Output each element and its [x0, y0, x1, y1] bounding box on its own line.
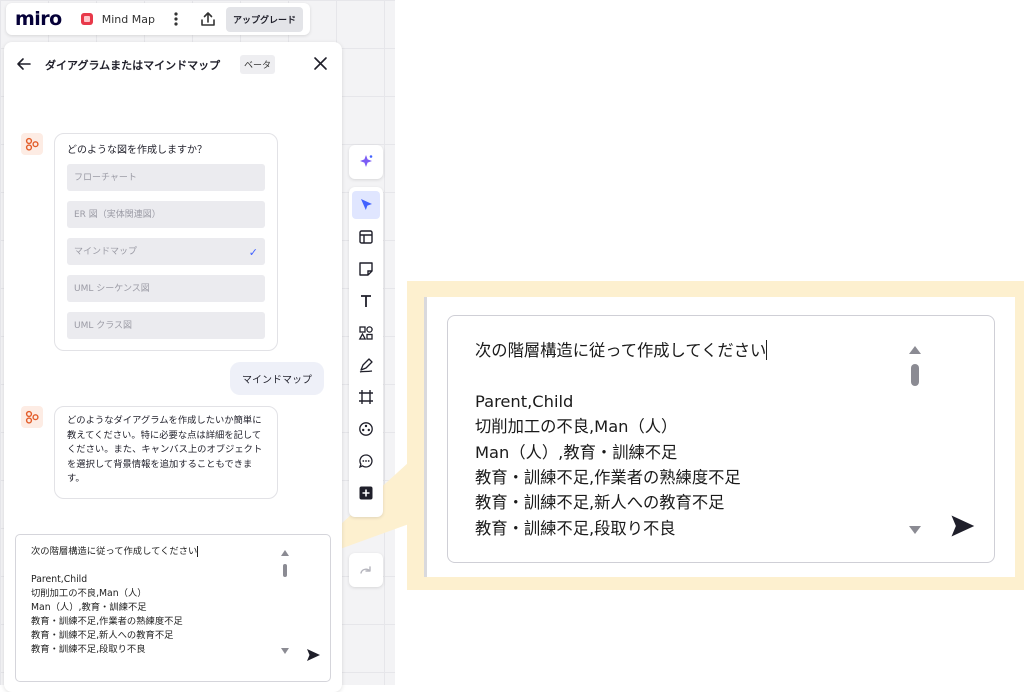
panel-title: ダイアグラムまたはマインドマップ	[45, 59, 221, 72]
back-arrow-icon[interactable]	[16, 56, 32, 72]
assistant-message-text: どのようなダイアグラムを作成したいか簡単に教えてください。特に必要な点は詳細を記…	[67, 415, 263, 484]
redo-icon[interactable]	[349, 553, 383, 587]
option-label: UML クラス図	[74, 321, 133, 331]
top-bar: miro Mind Map アップグレード	[6, 3, 310, 35]
miro-logo[interactable]: miro	[15, 8, 62, 30]
apps-icon[interactable]	[352, 415, 380, 443]
comment-icon[interactable]	[352, 447, 380, 475]
zoomed-prompt-line: 教育・訓練不足,段取り不良	[475, 518, 676, 538]
zoomed-prompt-text: 次の階層構造に従って作成してください Parent,Child 切削加工の不良,…	[475, 338, 768, 541]
ai-avatar-icon	[21, 133, 43, 155]
creation-toolbar	[347, 143, 385, 587]
prompt-line: 次の階層構造に従って作成してください	[31, 546, 198, 557]
pen-icon[interactable]	[352, 351, 380, 379]
templates-icon[interactable]	[352, 223, 380, 251]
diagram-assistant-panel: ダイアグラムまたはマインドマップ ベータ どのような図を作成しますか？ フローチ…	[4, 42, 342, 692]
prompt-input[interactable]: 次の階層構造に従って作成してください Parent,Child 切削加工の不良,…	[15, 534, 331, 682]
tool-stack	[349, 187, 383, 517]
close-icon[interactable]	[313, 56, 328, 71]
prompt-line: Parent,Child	[31, 574, 88, 585]
sticky-note-icon[interactable]	[352, 255, 380, 283]
select-cursor-icon[interactable]	[352, 191, 380, 219]
prompt-line: 教育・訓練不足,新人への教育不足	[31, 630, 174, 641]
export-icon[interactable]	[199, 10, 217, 28]
zoomed-prompt-line: 切削加工の不良,Man（人）	[475, 417, 678, 437]
option-label: UML シーケンス図	[74, 284, 150, 294]
option-label: フローチャート	[74, 173, 137, 183]
zoomed-prompt-line: 次の階層構造に従って作成してください	[475, 341, 767, 360]
option-mind-map[interactable]: マインドマップ ✓	[67, 238, 265, 265]
zoomed-send-icon	[951, 515, 975, 537]
assistant-message-bubble: どのようなダイアグラムを作成したいか簡単に教えてください。特に必要な点は詳細を記…	[54, 406, 278, 499]
more-options-icon[interactable]	[169, 10, 183, 28]
text-icon[interactable]	[352, 287, 380, 315]
board-name[interactable]: Mind Map	[102, 13, 155, 26]
board-icon	[80, 13, 93, 25]
option-label: ER 図（実体関連図）	[74, 210, 161, 220]
prompt-scrollbar[interactable]	[279, 547, 291, 657]
question-text: どのような図を作成しますか？	[67, 145, 207, 156]
panel-header: ダイアグラムまたはマインドマップ ベータ	[4, 54, 342, 74]
upgrade-button[interactable]: アップグレード	[225, 6, 303, 32]
prompt-text[interactable]: 次の階層構造に従って作成してください Parent,Child 切削加工の不良,…	[31, 545, 199, 657]
question-bubble: どのような図を作成しますか？ フローチャート ER 図（実体関連図） マインドマ…	[54, 133, 278, 351]
text-caret	[766, 340, 768, 360]
option-uml-class[interactable]: UML クラス図	[67, 312, 265, 339]
option-uml-sequence[interactable]: UML シーケンス図	[67, 275, 265, 302]
user-reply-bubble: マインドマップ	[230, 362, 324, 395]
option-label: マインドマップ	[74, 247, 138, 257]
beta-badge: ベータ	[240, 55, 276, 74]
ai-avatar-icon	[21, 406, 43, 428]
option-er-diagram[interactable]: ER 図（実体関連図）	[67, 201, 265, 228]
zoomed-prompt-input: 次の階層構造に従って作成してください Parent,Child 切削加工の不良,…	[447, 315, 995, 563]
send-icon[interactable]	[305, 647, 321, 663]
check-icon: ✓	[248, 246, 258, 259]
text-caret	[197, 546, 199, 557]
add-icon[interactable]	[352, 479, 380, 507]
prompt-line: Man（人）,教育・訓練不足	[31, 602, 147, 613]
zoomed-scrollbar	[909, 346, 921, 534]
option-flowchart[interactable]: フローチャート	[67, 164, 265, 191]
zoomed-prompt-line: Parent,Child	[475, 391, 574, 411]
zoomed-prompt-line: 教育・訓練不足,新人への教育不足	[475, 493, 725, 513]
frame-icon[interactable]	[352, 383, 380, 411]
zoomed-prompt-line: Man（人）,教育・訓練不足	[475, 442, 678, 462]
prompt-line: 切削加工の不良,Man（人）	[31, 588, 147, 599]
prompt-line: 教育・訓練不足,作業者の熟練度不足	[31, 616, 183, 627]
zoomed-prompt-line: 教育・訓練不足,作業者の熟練度不足	[475, 468, 741, 488]
shapes-icon[interactable]	[352, 319, 380, 347]
ai-sparkle-icon[interactable]	[349, 145, 383, 179]
prompt-line: 教育・訓練不足,段取り不良	[31, 644, 146, 655]
